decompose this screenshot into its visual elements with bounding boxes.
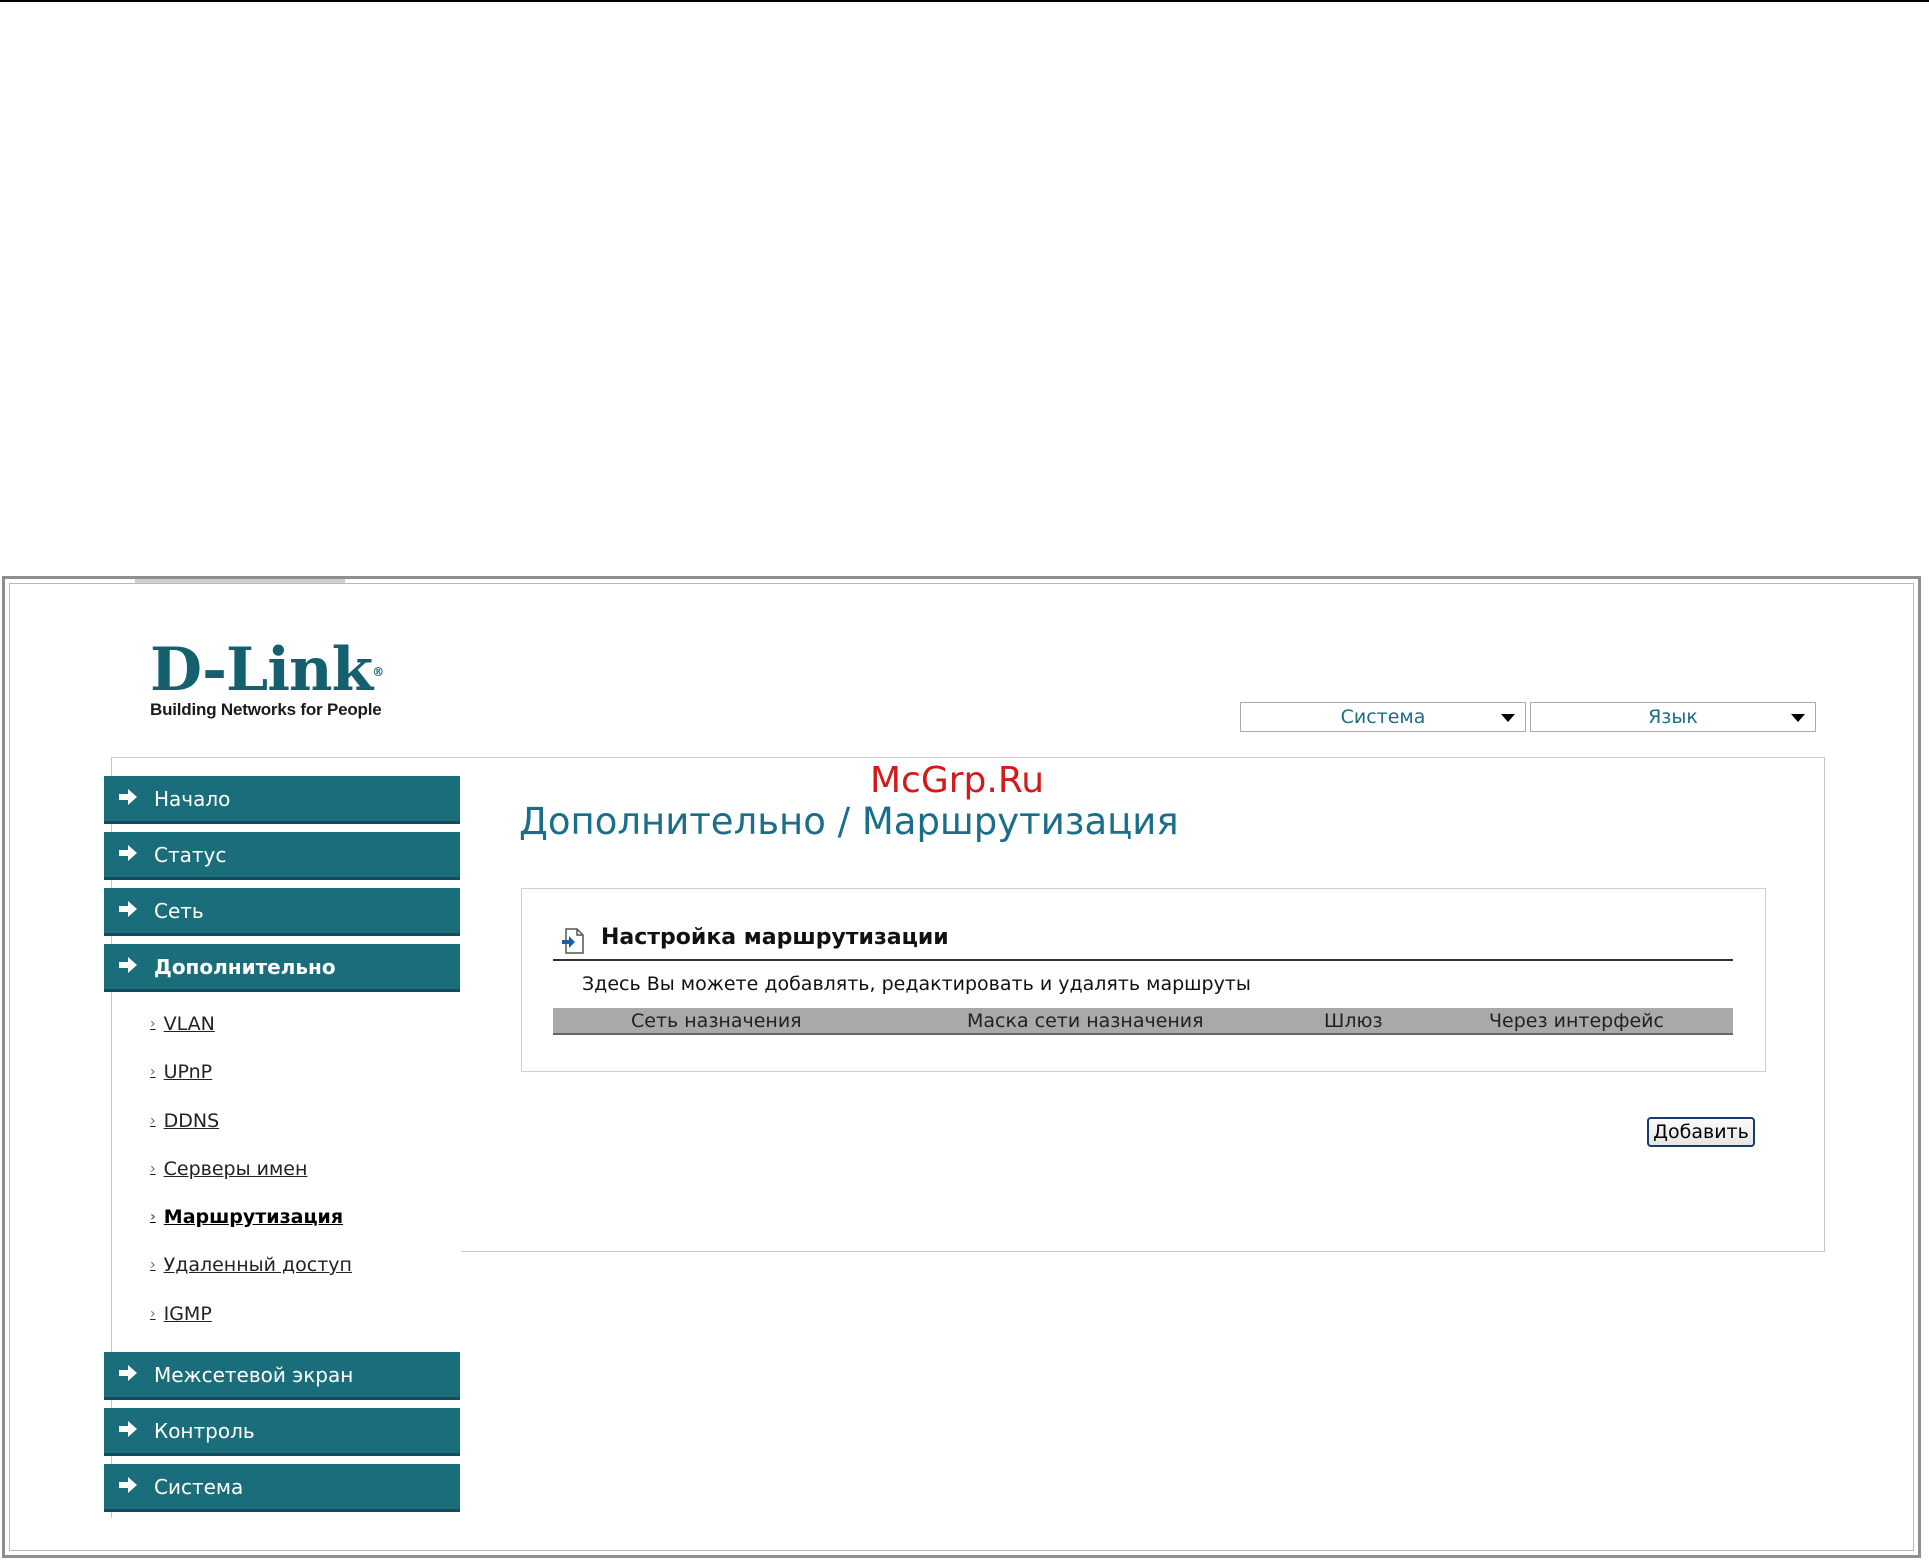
chevron-down-icon [1501, 714, 1515, 722]
sidebar-item-control[interactable]: Контроль [104, 1408, 460, 1456]
sidebar-subitem-label: VLAN [163, 1013, 215, 1035]
bullet-icon: › [150, 1161, 156, 1177]
section-description: Здесь Вы можете добавлять, редактировать… [582, 973, 1251, 995]
sidebar-subitem-label: IGMP [163, 1303, 212, 1325]
bullet-icon: › [150, 1016, 156, 1032]
system-select-label: Система [1340, 706, 1426, 728]
sidebar-item-start[interactable]: Начало [104, 776, 460, 824]
language-select-label: Язык [1648, 706, 1698, 728]
dlink-logo: D-Link® Building Networks for People [150, 635, 384, 720]
column-header-gateway: Шлюз [1324, 1010, 1383, 1032]
arrow-right-icon [118, 1363, 142, 1387]
sidebar-item-label: Начало [154, 786, 231, 811]
section-divider [553, 959, 1733, 961]
sidebar-item-label: Межсетевой экран [154, 1362, 354, 1387]
logo-brand: D-Link® [150, 635, 384, 705]
sidebar-subitem-label: Серверы имен [163, 1158, 308, 1180]
logo-tagline: Building Networks for People [150, 700, 382, 719]
sidebar-item-firewall[interactable]: Межсетевой экран [104, 1352, 460, 1400]
sidebar-subitem-vlan[interactable]: › VLAN [150, 1013, 215, 1035]
top-rule [0, 0, 1929, 2]
tab-ghost [135, 579, 345, 583]
column-header-interface: Через интерфейс [1489, 1010, 1664, 1032]
column-header-destination: Сеть назначения [631, 1010, 802, 1032]
arrow-right-icon [118, 899, 142, 923]
add-route-button[interactable]: Добавить [1647, 1117, 1755, 1147]
sidebar-item-network[interactable]: Сеть [104, 888, 460, 936]
arrow-right-icon [118, 787, 142, 811]
sidebar-subitem-label: Удаленный доступ [163, 1254, 352, 1276]
arrow-right-icon [118, 955, 142, 979]
logo-registered-mark: ® [372, 665, 384, 679]
sidebar-subitem-label: UPnP [163, 1061, 213, 1083]
arrow-right-icon [118, 1419, 142, 1443]
bullet-icon: › [150, 1209, 156, 1225]
sidebar-item-system[interactable]: Система [104, 1464, 460, 1512]
language-select[interactable]: Язык [1530, 702, 1816, 732]
sidebar-subitem-label: Маршрутизация [163, 1206, 344, 1228]
sidebar-subitem-routing[interactable]: › Маршрутизация [150, 1206, 343, 1228]
bullet-icon: › [150, 1113, 156, 1129]
watermark: McGrp.Ru [870, 760, 1045, 801]
document-arrow-icon [561, 927, 585, 959]
bullet-icon: › [150, 1306, 156, 1322]
sidebar-item-label: Сеть [154, 898, 204, 923]
bullet-icon: › [150, 1257, 156, 1273]
sidebar-subitem-label: DDNS [163, 1110, 220, 1132]
sidebar-subitem-ddns[interactable]: › DDNS [150, 1110, 219, 1132]
sidebar-subitem-dns-servers[interactable]: › Серверы имен [150, 1158, 307, 1180]
sidebar-item-label: Дополнительно [154, 954, 336, 979]
sidebar-subitem-igmp[interactable]: › IGMP [150, 1303, 212, 1325]
sidebar-item-label: Система [154, 1474, 244, 1499]
section-title: Настройка маршрутизации [601, 925, 949, 950]
sidebar-item-label: Статус [154, 842, 227, 867]
chevron-down-icon [1791, 714, 1805, 722]
sidebar-subitem-remote-access[interactable]: › Удаленный доступ [150, 1254, 352, 1276]
sidebar-item-advanced[interactable]: Дополнительно [104, 944, 460, 992]
sidebar-item-status[interactable]: Статус [104, 832, 460, 880]
sidebar-subitem-upnp[interactable]: › UPnP [150, 1061, 212, 1083]
bullet-icon: › [150, 1064, 156, 1080]
sidebar-item-label: Контроль [154, 1418, 255, 1443]
system-select[interactable]: Система [1240, 702, 1526, 732]
page-title: Дополнительно / Маршрутизация [519, 800, 1179, 843]
arrow-right-icon [118, 843, 142, 867]
column-header-netmask: Маска сети назначения [967, 1010, 1204, 1032]
arrow-right-icon [118, 1475, 142, 1499]
